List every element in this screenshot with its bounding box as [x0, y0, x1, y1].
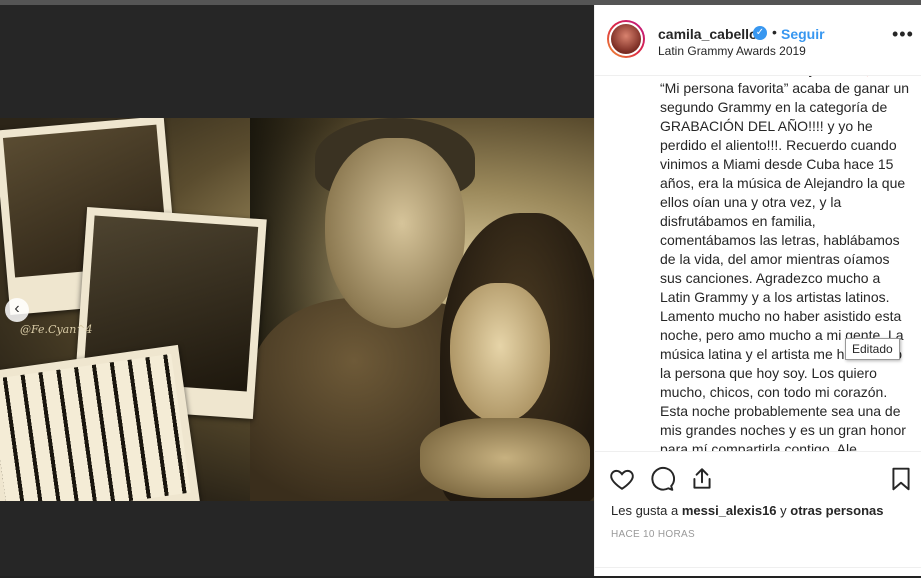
follow-button[interactable]: Seguir	[781, 26, 825, 42]
post-image-stage: @Fe.Cyan^4 ‹	[0, 5, 594, 576]
caption-text: honor to share this with you Ale ❤️ ////…	[660, 76, 910, 451]
verified-badge-icon: ✓	[753, 26, 767, 40]
avatar[interactable]	[609, 22, 643, 56]
photo-woman-face	[450, 283, 550, 423]
bookmark-icon[interactable]	[888, 466, 914, 492]
edited-tooltip: Editado	[845, 338, 900, 360]
post-side-panel: camila_cabello ✓ • Seguir Latin Grammy A…	[594, 5, 921, 576]
likes-others-link[interactable]: otras personas	[790, 503, 883, 518]
likes-connector: y	[776, 503, 791, 518]
caption-scroll-area[interactable]: honor to share this with you Ale ❤️ ////…	[595, 76, 921, 451]
username-link[interactable]: camila_cabello	[658, 26, 758, 42]
likes-summary: Les gusta a messi_alexis16 y otras perso…	[611, 503, 883, 518]
photo-hands	[420, 418, 590, 498]
photo-man-face	[325, 138, 465, 328]
post-photo: @Fe.Cyan^4	[0, 118, 594, 501]
previous-image-button[interactable]: ‹	[5, 298, 29, 322]
photo-signature: @Fe.Cyan^4	[20, 323, 93, 336]
avatar-story-ring[interactable]	[607, 20, 645, 58]
more-options-icon[interactable]: •••	[892, 25, 914, 43]
post-header: camila_cabello ✓ • Seguir Latin Grammy A…	[595, 5, 921, 76]
post-actions: Les gusta a messi_alexis16 y otras perso…	[595, 451, 921, 577]
separator-dot: •	[772, 24, 777, 40]
likes-prefix: Les gusta a	[611, 503, 682, 518]
post-timestamp[interactable]: HACE 10 HORAS	[611, 529, 695, 540]
location-link[interactable]: Latin Grammy Awards 2019	[658, 44, 806, 58]
comment-icon[interactable]	[649, 466, 675, 492]
polaroid-piano	[0, 344, 201, 501]
likes-user-link[interactable]: messi_alexis16	[682, 503, 777, 518]
heart-icon[interactable]	[609, 466, 635, 492]
share-icon[interactable]	[689, 466, 715, 492]
add-comment-row[interactable]	[595, 567, 921, 578]
